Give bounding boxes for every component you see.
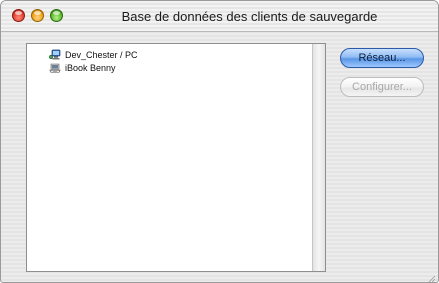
list-item-label: Dev_Chester / PC xyxy=(65,50,138,60)
resize-grip-icon[interactable] xyxy=(426,270,436,282)
title-bar[interactable]: Base de données des clients de sauvegard… xyxy=(1,1,438,32)
network-computer-icon xyxy=(48,49,61,61)
list-item[interactable]: Dev_Chester / PC xyxy=(48,49,138,61)
network-button[interactable]: Réseau... xyxy=(340,48,424,68)
backup-clients-window: Base de données des clients de sauvegard… xyxy=(0,0,439,283)
window-title: Base de données des clients de sauvegard… xyxy=(121,9,378,24)
close-window-button[interactable] xyxy=(12,9,25,22)
client-list[interactable]: Dev_Chester / PC iBook Benny xyxy=(26,43,326,272)
zoom-window-button[interactable] xyxy=(50,9,63,22)
minimize-window-button[interactable] xyxy=(31,9,44,22)
vertical-scrollbar[interactable] xyxy=(312,44,325,271)
list-item[interactable]: iBook Benny xyxy=(49,62,116,74)
configure-button[interactable]: Configurer... xyxy=(340,77,424,97)
laptop-computer-icon xyxy=(49,62,61,74)
list-item-label: iBook Benny xyxy=(65,63,116,73)
